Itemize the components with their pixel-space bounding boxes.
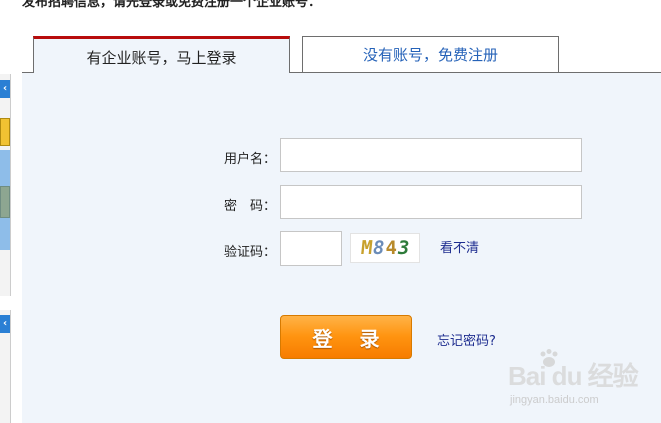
captcha-image[interactable]: M 8 4 3 bbox=[350, 233, 420, 263]
login-panel: 用户名： 密 码： 验证码： M 8 4 3 看不清 登 录 忘记密码? bbox=[22, 73, 661, 423]
password-input[interactable] bbox=[280, 185, 582, 219]
sidebar-image-fragment bbox=[0, 150, 10, 250]
username-input[interactable] bbox=[280, 138, 582, 172]
captcha-input[interactable] bbox=[280, 231, 342, 266]
page-instruction: 发布招聘信息，请先登录或免费注册一个企业账号： bbox=[22, 0, 322, 10]
tab-login[interactable]: 有企业账号，马上登录 bbox=[33, 36, 290, 73]
captcha-char: 8 bbox=[373, 237, 385, 259]
captcha-char: 3 bbox=[397, 237, 410, 259]
captcha-char: M bbox=[359, 237, 374, 259]
login-tabs: 有企业账号，马上登录 没有账号，免费注册 bbox=[33, 36, 661, 73]
sidebar-banner-fragment bbox=[0, 118, 10, 146]
chevron-left-icon[interactable]: ‹ bbox=[0, 315, 10, 333]
captcha-label: 验证码： bbox=[224, 245, 277, 260]
password-label: 密 码： bbox=[224, 199, 277, 214]
tab-register[interactable]: 没有账号，免费注册 bbox=[302, 36, 559, 72]
captcha-char: 4 bbox=[385, 237, 397, 259]
login-button[interactable]: 登 录 bbox=[280, 315, 412, 359]
username-label: 用户名： bbox=[224, 152, 277, 167]
forgot-password-link[interactable]: 忘记密码? bbox=[437, 330, 496, 349]
refresh-captcha-link[interactable]: 看不清 bbox=[440, 237, 479, 256]
chevron-left-icon[interactable]: ‹ bbox=[0, 80, 10, 98]
